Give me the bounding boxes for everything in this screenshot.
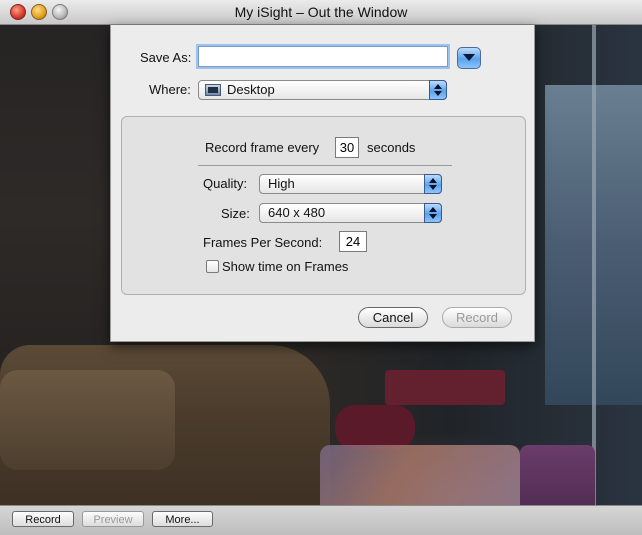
more-button[interactable]: More... xyxy=(152,511,213,527)
group-divider xyxy=(198,165,452,166)
scene-cushion xyxy=(0,370,175,470)
seconds-label: seconds xyxy=(367,140,416,155)
chevron-down-icon xyxy=(463,54,475,61)
show-time-checkbox[interactable] xyxy=(206,260,219,273)
record-every-input[interactable]: 30 xyxy=(335,137,359,158)
title-bar[interactable]: My iSight – Out the Window xyxy=(0,0,642,25)
show-time-label: Show time on Frames xyxy=(222,259,349,274)
where-label: Where: xyxy=(149,82,191,97)
where-popup[interactable]: Desktop xyxy=(198,80,447,100)
scene-blanket xyxy=(320,445,520,505)
fps-input[interactable]: 24 xyxy=(339,231,367,252)
scene-pole xyxy=(592,25,596,505)
cancel-button[interactable]: Cancel xyxy=(358,307,428,328)
record-every-label: Record frame every xyxy=(205,140,320,155)
quality-value: High xyxy=(268,176,295,191)
save-as-label: Save As: xyxy=(140,50,192,65)
preview-button[interactable]: Preview xyxy=(82,511,144,527)
window-title: My iSight – Out the Window xyxy=(234,4,408,20)
quality-label: Quality: xyxy=(203,176,248,191)
popup-arrows-icon xyxy=(429,80,447,100)
record-button[interactable]: Record xyxy=(442,307,512,328)
options-group: Record frame every 30 seconds Quality: H… xyxy=(121,116,526,295)
bottom-toolbar: Record Preview More... xyxy=(0,505,642,535)
desktop-folder-icon xyxy=(205,84,221,96)
fps-label: Frames Per Second: xyxy=(203,235,323,250)
popup-arrows-icon xyxy=(424,203,442,223)
save-as-input[interactable] xyxy=(198,46,448,67)
scene-rug xyxy=(385,370,505,405)
save-sheet: Save As: Where: Desktop Record frame eve… xyxy=(110,25,535,342)
isight-window: My iSight – Out the Window Record Previe… xyxy=(0,0,642,535)
scene-bin xyxy=(520,445,595,505)
expand-browser-button[interactable] xyxy=(457,47,481,69)
size-label: Size: xyxy=(221,206,250,221)
where-value: Desktop xyxy=(227,82,275,97)
quality-popup[interactable]: High xyxy=(259,174,442,194)
record-bottom-button[interactable]: Record xyxy=(12,511,74,527)
scene-bag xyxy=(335,405,415,450)
size-value: 640 x 480 xyxy=(268,205,326,220)
popup-arrows-icon xyxy=(424,174,442,194)
size-popup[interactable]: 640 x 480 xyxy=(259,203,442,223)
